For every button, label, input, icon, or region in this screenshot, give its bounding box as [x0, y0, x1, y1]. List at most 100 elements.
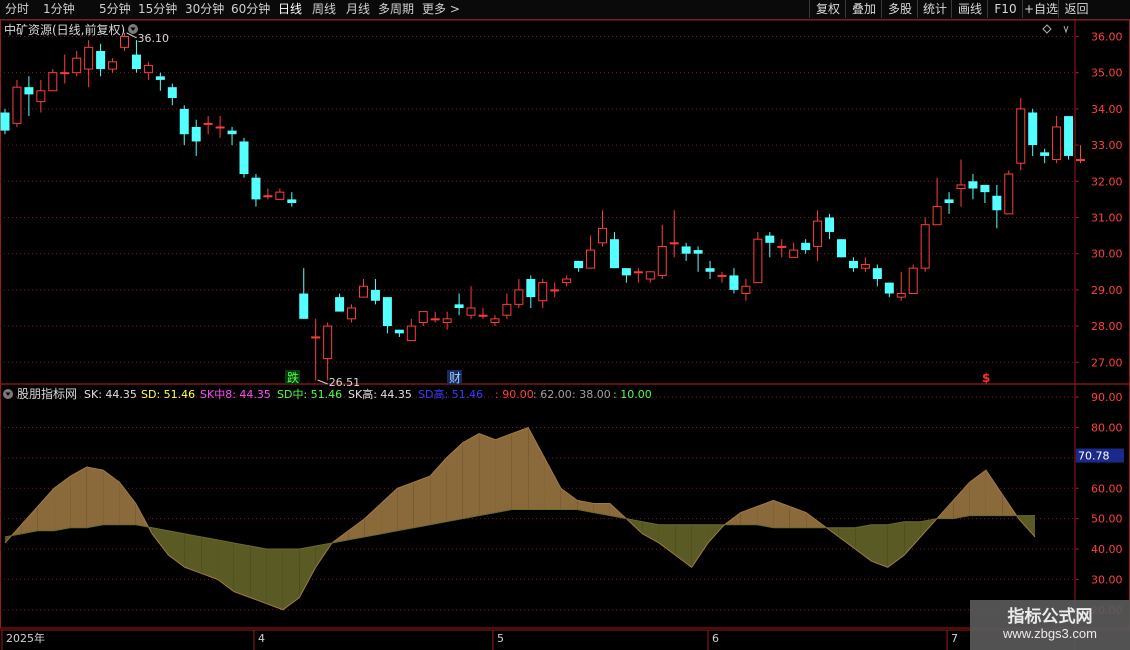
- price-tick-label: 33.00: [1091, 139, 1123, 152]
- candle-body: [382, 297, 392, 327]
- indicator-legend-item: SD高: 51.46: [418, 387, 483, 401]
- high-price-label: 36.10: [138, 32, 170, 45]
- candle-body: [215, 126, 225, 129]
- indicator-fill: [413, 476, 431, 528]
- candle-body: [789, 249, 799, 258]
- price-tick-label: 31.00: [1091, 211, 1123, 224]
- indicator-fill: [479, 433, 496, 516]
- indicator-fill: [658, 524, 676, 556]
- price-tick-label: 32.00: [1091, 175, 1123, 188]
- indicator-fill: [152, 527, 169, 556]
- price-tick-label: 35.00: [1091, 67, 1123, 80]
- candle-body: [359, 285, 368, 298]
- indicator-fill: [21, 506, 38, 534]
- indicator-fill: [250, 545, 267, 604]
- candle-body: [299, 293, 309, 319]
- indicator-legend-item: SD中: 51.46: [277, 388, 342, 401]
- indicator-fill: [233, 542, 251, 598]
- indicator-fill: [511, 427, 529, 510]
- candle-body: [837, 239, 846, 258]
- candle-body: [418, 311, 428, 323]
- candle-body: [227, 130, 237, 135]
- candle-body: [645, 271, 655, 280]
- indicator-legend-item: SK: 44.35: [84, 388, 137, 401]
- indicator-tick-label: 80.00: [1091, 422, 1123, 435]
- time-axis-label: 5: [497, 632, 504, 645]
- candle-body: [1040, 152, 1050, 156]
- watermark-url: www.zbgs3.com: [1003, 626, 1097, 641]
- candle-body: [275, 191, 285, 200]
- candle-body: [813, 220, 823, 247]
- indicator-fill: [364, 503, 382, 537]
- candle-body: [777, 245, 787, 248]
- candle-body: [1052, 126, 1062, 161]
- candle-body: [514, 289, 524, 305]
- candlestick-series: [0, 32, 1085, 381]
- candle-body: [956, 184, 966, 190]
- indicator-fill: [54, 476, 71, 531]
- candle-body: [741, 285, 751, 295]
- candle-body: [669, 242, 679, 245]
- candle-body: [753, 238, 763, 284]
- current-value-label: 70.78: [1078, 450, 1110, 463]
- indicator-legend-item: SK中8: 44.35: [200, 388, 271, 401]
- indicator-legend-item: SK高: 44.35: [348, 387, 412, 401]
- collapse-chevron-icon: [1063, 25, 1069, 34]
- candle-body: [454, 304, 464, 308]
- candle-body: [131, 54, 141, 70]
- candle-body: [490, 318, 500, 323]
- candle-body: [980, 184, 990, 193]
- indicator-fill: [282, 549, 300, 610]
- indicator-tick-label: 50.00: [1091, 513, 1123, 526]
- price-tick-label: 28.00: [1091, 320, 1123, 333]
- candle-body: [717, 274, 727, 277]
- candle-body: [681, 246, 691, 254]
- event-marker-die: 跌: [287, 370, 299, 385]
- candle-body: [872, 268, 882, 280]
- candle-body: [96, 50, 106, 70]
- candle-body: [406, 325, 416, 342]
- diamond-icon: [1042, 24, 1052, 34]
- candle-body: [992, 195, 1002, 211]
- watermark: 指标公式网 www.zbgs3.com: [970, 600, 1130, 650]
- indicator-fill: [266, 549, 283, 610]
- indicator-fill: [119, 482, 136, 525]
- candle-body: [36, 90, 46, 103]
- candle-body: [143, 64, 153, 74]
- candle-body: [801, 242, 811, 251]
- candle-body: [442, 318, 452, 323]
- candle-body: [12, 86, 22, 124]
- indicator-fill: [37, 488, 55, 531]
- candle-body: [179, 108, 189, 135]
- candle-body: [609, 239, 619, 269]
- indicator-fill: [184, 533, 202, 574]
- indicator-fill: [462, 433, 480, 519]
- indicator-fill: [103, 470, 120, 525]
- candle-body: [478, 314, 488, 317]
- watermark-title: 指标公式网: [1007, 607, 1093, 627]
- indicator-fill: [201, 536, 218, 580]
- candle-body: [347, 307, 357, 320]
- candle-body: [191, 126, 201, 142]
- indicator-fill: [773, 500, 790, 528]
- candle-body: [598, 227, 607, 244]
- candle-body: [430, 318, 440, 321]
- candle-body: [765, 235, 775, 243]
- candle-body: [1004, 173, 1014, 215]
- indicator-fill: [528, 427, 545, 510]
- candle-body: [0, 112, 10, 131]
- candle-body: [24, 87, 34, 95]
- event-marker-cai: 财: [449, 371, 461, 385]
- candle-body: [884, 282, 894, 294]
- candle-body: [526, 279, 536, 298]
- candle-body: [633, 271, 643, 274]
- candle-body: [311, 336, 321, 339]
- indicator-tick-label: 90.00: [1091, 391, 1123, 404]
- candle-body: [203, 122, 213, 125]
- price-tick-label: 36.00: [1091, 30, 1123, 43]
- indicator-fill: [969, 470, 986, 516]
- indicator-fill: [953, 482, 970, 519]
- time-axis-label: 4: [258, 632, 265, 645]
- candle-body: [394, 329, 404, 334]
- indicator-tick-label: 60.00: [1091, 482, 1123, 495]
